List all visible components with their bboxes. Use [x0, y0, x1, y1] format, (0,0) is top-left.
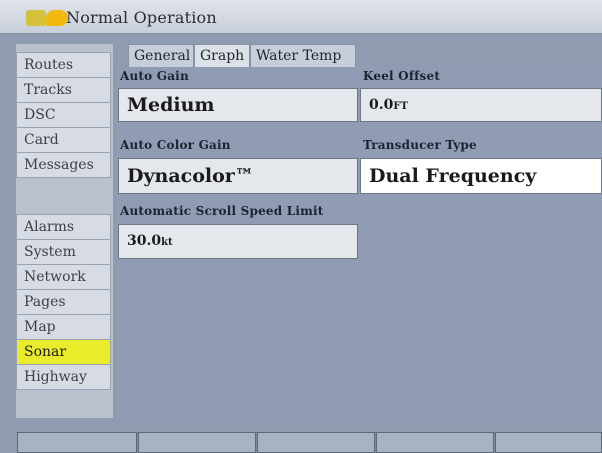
scroll-speed-limit-field[interactable]: 30.0kt — [118, 224, 358, 259]
sidebar-item-map[interactable]: Map — [16, 314, 111, 340]
title-logo-icon — [26, 8, 70, 28]
settings-panel: Auto Gain Medium Keel Offset 0.0FT Auto … — [117, 67, 602, 423]
auto-color-gain-field[interactable]: Dynacolor™ — [118, 158, 358, 194]
keel-offset-label: Keel Offset — [363, 69, 441, 83]
transducer-type-field[interactable]: Dual Frequency — [360, 158, 602, 194]
title-bar: Normal Operation — [0, 0, 602, 34]
auto-color-gain-value: Dynacolor™ — [127, 165, 254, 187]
softkey-2[interactable] — [138, 432, 256, 453]
transducer-type-value: Dual Frequency — [369, 165, 537, 187]
auto-gain-field[interactable]: Medium — [118, 88, 358, 122]
keel-offset-field[interactable]: 0.0FT — [360, 88, 602, 122]
scroll-speed-limit-value: 30.0 — [127, 233, 162, 249]
auto-gain-label: Auto Gain — [120, 69, 189, 83]
sidebar-item-sonar[interactable]: Sonar — [16, 339, 111, 365]
sidebar-item-pages[interactable]: Pages — [16, 289, 111, 315]
scroll-speed-limit-label: Automatic Scroll Speed Limit — [120, 204, 324, 218]
transducer-type-label: Transducer Type — [363, 138, 477, 152]
softkey-5[interactable] — [495, 432, 602, 453]
sidebar-item-system[interactable]: System — [16, 239, 111, 265]
auto-color-gain-label: Auto Color Gain — [120, 138, 231, 152]
softkey-4[interactable] — [376, 432, 494, 453]
sidebar-item-routes[interactable]: Routes — [16, 52, 111, 78]
sidebar-item-card[interactable]: Card — [16, 127, 111, 153]
page-icon — [46, 10, 68, 26]
sidebar: Routes Tracks DSC Card Messages Alarms S… — [16, 44, 113, 418]
nav-icon — [26, 10, 46, 26]
sidebar-item-alarms[interactable]: Alarms — [16, 214, 111, 240]
sidebar-item-highway[interactable]: Highway — [16, 364, 111, 390]
softkey-bar — [17, 432, 602, 453]
softkey-1[interactable] — [17, 432, 137, 453]
scroll-speed-limit-unit: kt — [161, 237, 173, 248]
sidebar-item-dsc[interactable]: DSC — [16, 102, 111, 128]
page-title: Normal Operation — [66, 8, 217, 27]
keel-offset-unit: FT — [393, 101, 408, 112]
keel-offset-value: 0.0 — [369, 97, 394, 113]
softkey-3[interactable] — [257, 432, 375, 453]
sidebar-item-messages[interactable]: Messages — [16, 152, 111, 178]
device-screen: Normal Operation Routes Tracks DSC Card … — [0, 0, 602, 453]
auto-gain-value: Medium — [127, 94, 215, 116]
tab-graph[interactable]: Graph — [194, 44, 250, 67]
sidebar-item-tracks[interactable]: Tracks — [16, 77, 111, 103]
tab-water-temp[interactable]: Water Temp — [250, 44, 356, 67]
tab-general[interactable]: General — [128, 44, 194, 67]
sidebar-item-network[interactable]: Network — [16, 264, 111, 290]
